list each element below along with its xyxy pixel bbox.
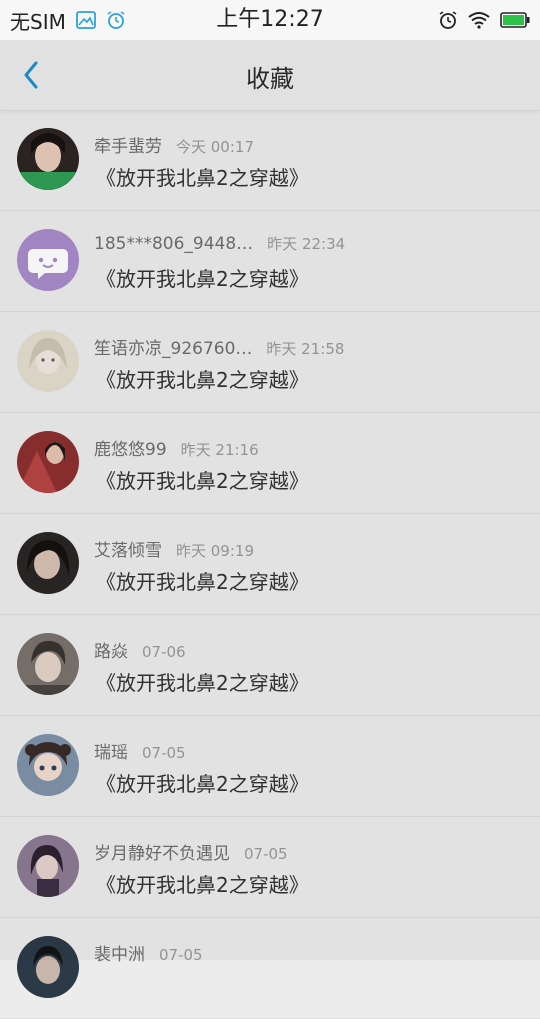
avatar[interactable] — [17, 532, 79, 594]
list-item[interactable]: 岁月静好不负遇见 07-05 《放开我北鼻2之穿越》 — [0, 817, 540, 918]
user-name: 牵手蜚劳 — [94, 137, 162, 157]
timestamp: 07-05 — [142, 744, 186, 762]
item-meta: 笙语亦凉_926760… 昨天 21:58 — [94, 334, 344, 359]
favorites-list: 牵手蜚劳 今天 00:17 《放开我北鼻2之穿越》 185***806_9448… — [0, 110, 540, 1019]
avatar[interactable] — [17, 835, 79, 897]
item-meta: 鹿悠悠99 昨天 21:16 — [94, 435, 259, 460]
avatar[interactable] — [17, 330, 79, 392]
user-name: 路焱 — [94, 642, 128, 662]
alarm-icon — [438, 10, 458, 30]
header-bar: 收藏 — [0, 40, 540, 111]
status-left: 无SIM — [10, 0, 126, 40]
image-notification-icon — [75, 11, 96, 29]
list-item[interactable]: 路焱 07-06 《放开我北鼻2之穿越》 — [0, 615, 540, 716]
avatar[interactable] — [17, 633, 79, 695]
book-title: 《放开我北鼻2之穿越》 — [96, 873, 309, 897]
battery-icon — [500, 12, 530, 28]
book-title: 《放开我北鼻2之穿越》 — [96, 570, 309, 594]
list-item[interactable]: 牵手蜚劳 今天 00:17 《放开我北鼻2之穿越》 — [0, 110, 540, 211]
wifi-icon — [468, 11, 490, 29]
user-name: 瑞瑶 — [94, 743, 128, 763]
user-name: 岁月静好不负遇见 — [94, 844, 230, 864]
book-title: 《放开我北鼻2之穿越》 — [96, 368, 309, 392]
user-name: 鹿悠悠99 — [94, 440, 167, 460]
item-meta: 瑞瑶 07-05 — [94, 738, 186, 763]
item-meta: 岁月静好不负遇见 07-05 — [94, 839, 288, 864]
user-name: 笙语亦凉_926760… — [94, 339, 253, 359]
list-item[interactable]: 185***806_9448… 昨天 22:34 《放开我北鼻2之穿越》 — [0, 211, 540, 312]
avatar[interactable] — [17, 431, 79, 493]
user-name: 185***806_9448… — [94, 234, 254, 254]
item-meta: 裴中洲 07-05 — [94, 940, 203, 965]
item-meta: 路焱 07-06 — [94, 637, 186, 662]
list-item[interactable]: 鹿悠悠99 昨天 21:16 《放开我北鼻2之穿越》 — [0, 413, 540, 514]
page-title: 收藏 — [246, 65, 294, 93]
timestamp: 昨天 09:19 — [176, 542, 254, 560]
book-title: 《放开我北鼻2之穿越》 — [96, 772, 309, 796]
list-item[interactable]: 裴中洲 07-05 — [0, 918, 540, 1019]
user-name: 裴中洲 — [94, 945, 145, 965]
avatar[interactable] — [17, 229, 79, 291]
status-right — [438, 0, 530, 40]
list-item[interactable]: 笙语亦凉_926760… 昨天 21:58 《放开我北鼻2之穿越》 — [0, 312, 540, 413]
carrier-label: 无SIM — [10, 9, 66, 34]
avatar[interactable] — [17, 936, 79, 998]
timestamp: 07-05 — [159, 946, 203, 964]
book-title: 《放开我北鼻2之穿越》 — [96, 671, 309, 695]
item-meta: 185***806_9448… 昨天 22:34 — [94, 233, 345, 254]
book-title: 《放开我北鼻2之穿越》 — [96, 469, 309, 493]
alarm-notification-icon — [106, 10, 126, 30]
timestamp: 07-06 — [142, 643, 186, 661]
timestamp: 今天 00:17 — [176, 138, 254, 156]
timestamp: 07-05 — [244, 845, 288, 863]
item-meta: 艾落倾雪 昨天 09:19 — [94, 536, 254, 561]
book-title: 《放开我北鼻2之穿越》 — [96, 267, 309, 291]
timestamp: 昨天 21:16 — [180, 441, 259, 459]
timestamp: 昨天 22:34 — [267, 235, 346, 253]
list-item[interactable]: 艾落倾雪 昨天 09:19 《放开我北鼻2之穿越》 — [0, 514, 540, 615]
item-meta: 牵手蜚劳 今天 00:17 — [94, 132, 254, 157]
avatar[interactable] — [17, 128, 79, 190]
status-bar: 无SIM 上午12:27 — [0, 0, 540, 40]
book-title: 《放开我北鼻2之穿越》 — [96, 166, 309, 190]
user-name: 艾落倾雪 — [94, 541, 162, 561]
list-item[interactable]: 瑞瑶 07-05 《放开我北鼻2之穿越》 — [0, 716, 540, 817]
timestamp: 昨天 21:58 — [266, 340, 345, 358]
avatar[interactable] — [17, 734, 79, 796]
